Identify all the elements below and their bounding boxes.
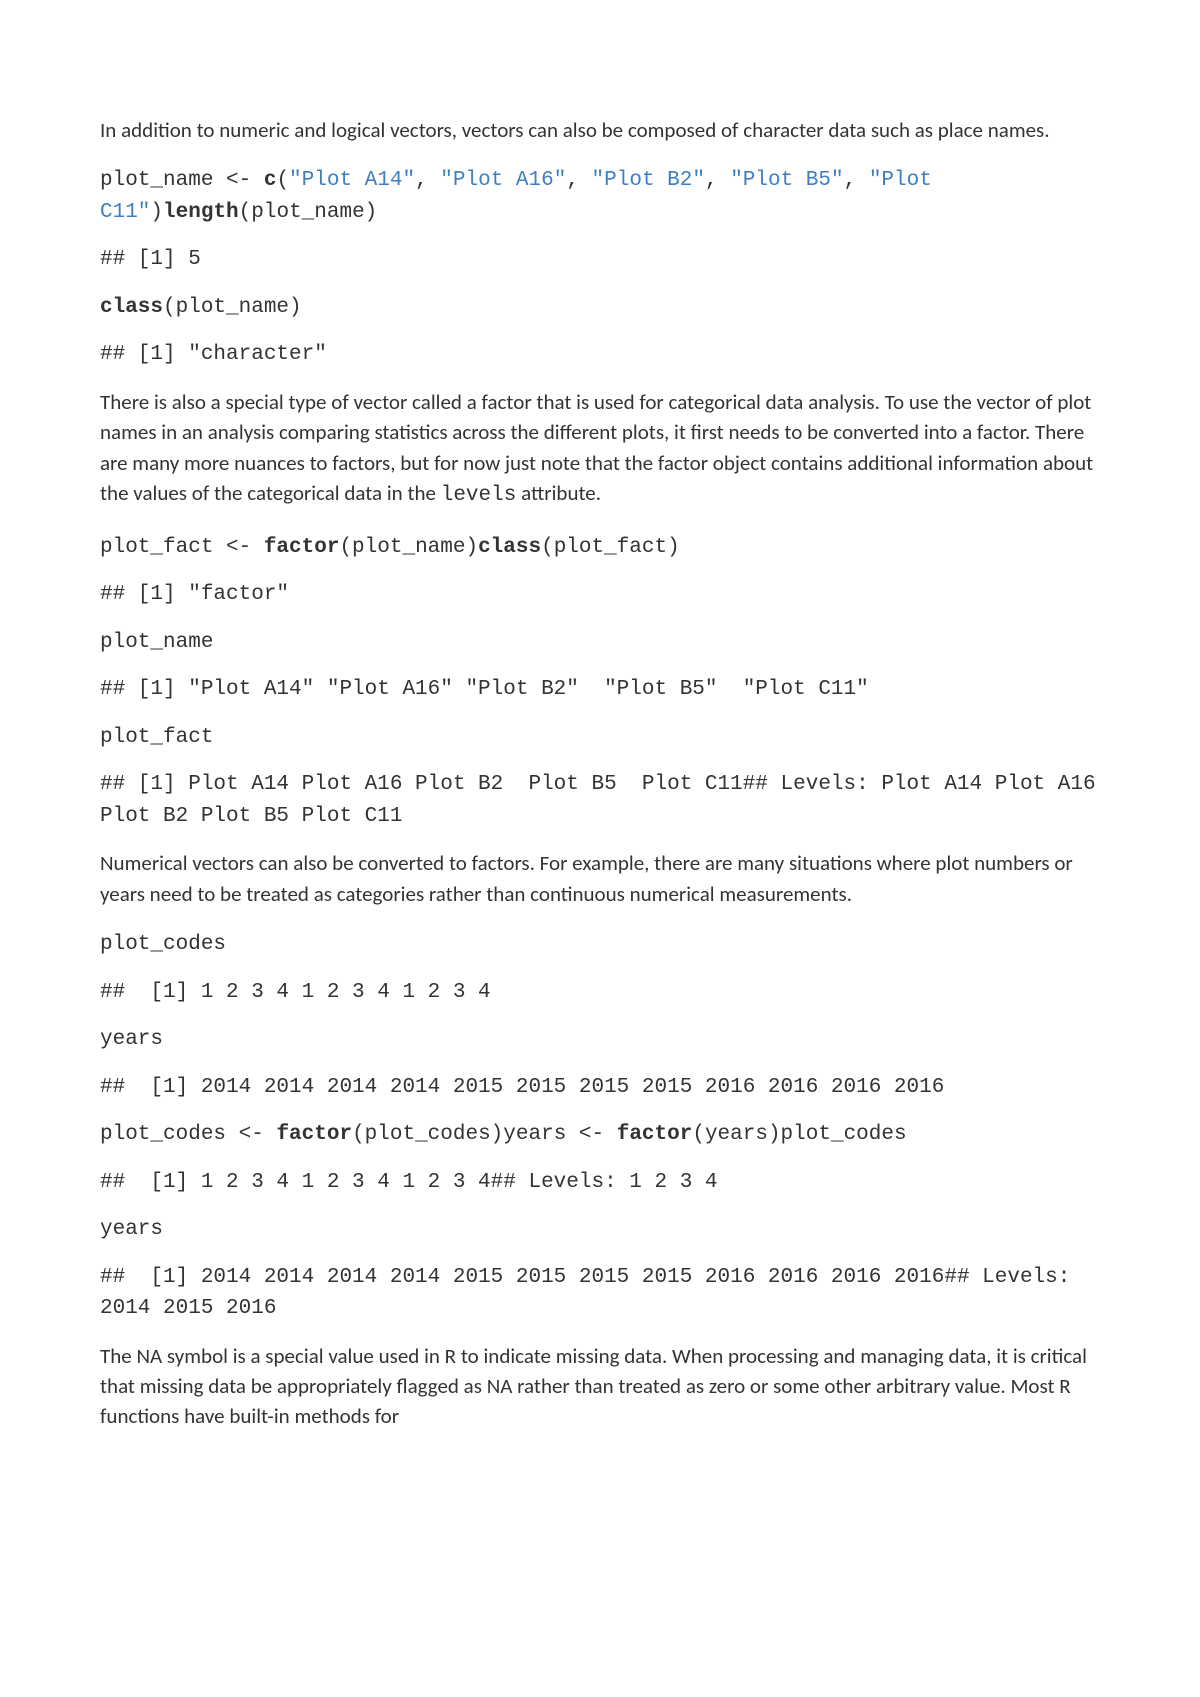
code-block: plot_name: [100, 627, 1100, 659]
output-block: ## [1] Plot A14 Plot A16 Plot B2 Plot B5…: [100, 769, 1100, 832]
paragraph: The NA symbol is a special value used in…: [100, 1341, 1100, 1432]
paragraph: In addition to numeric and logical vecto…: [100, 115, 1100, 145]
code-text: ,: [566, 169, 591, 192]
code-block: plot_codes: [100, 929, 1100, 961]
code-keyword: class: [100, 296, 163, 319]
paragraph: Numerical vectors can also be converted …: [100, 848, 1100, 909]
code-keyword: factor: [264, 536, 340, 559]
code-string: "Plot B5": [730, 169, 843, 192]
code-text: (plot_name): [339, 536, 478, 559]
code-text: plot_name <-: [100, 169, 264, 192]
code-text: (plot_codes)years <-: [352, 1123, 617, 1146]
code-text: ,: [415, 169, 440, 192]
code-block: years: [100, 1024, 1100, 1056]
output-block: ## [1] 1 2 3 4 1 2 3 4 1 2 3 4: [100, 977, 1100, 1009]
output-block: ## [1] 2014 2014 2014 2014 2015 2015 201…: [100, 1262, 1100, 1325]
output-block: ## [1] 5: [100, 244, 1100, 276]
code-block: class(plot_name): [100, 292, 1100, 324]
code-keyword: factor: [276, 1123, 352, 1146]
code-text: ,: [844, 169, 869, 192]
code-string: "Plot A14": [289, 169, 415, 192]
code-text: ): [150, 201, 163, 224]
code-text: (: [276, 169, 289, 192]
paragraph: There is also a special type of vector c…: [100, 387, 1100, 512]
code-text: ,: [705, 169, 730, 192]
code-text: (plot_name): [239, 201, 378, 224]
code-text: (plot_fact): [541, 536, 680, 559]
output-block: ## [1] 2014 2014 2014 2014 2015 2015 201…: [100, 1072, 1100, 1104]
code-string: "Plot A16": [440, 169, 566, 192]
code-keyword: length: [163, 201, 239, 224]
output-block: ## [1] 1 2 3 4 1 2 3 4 1 2 3 4## Levels:…: [100, 1167, 1100, 1199]
text: attribute.: [516, 480, 601, 506]
code-keyword: c: [264, 169, 277, 192]
code-block: plot_name <- c("Plot A14", "Plot A16", "…: [100, 165, 1100, 228]
code-keyword: class: [478, 536, 541, 559]
code-text: (years)plot_codes: [692, 1123, 906, 1146]
code-text: (plot_name): [163, 296, 302, 319]
code-text: plot_fact <-: [100, 536, 264, 559]
code-keyword: factor: [617, 1123, 693, 1146]
output-block: ## [1] "Plot A14" "Plot A16" "Plot B2" "…: [100, 674, 1100, 706]
code-block: plot_codes <- factor(plot_codes)years <-…: [100, 1119, 1100, 1151]
code-text: plot_codes <-: [100, 1123, 276, 1146]
code-block: plot_fact <- factor(plot_name)class(plot…: [100, 532, 1100, 564]
output-block: ## [1] "factor": [100, 579, 1100, 611]
output-block: ## [1] "character": [100, 339, 1100, 371]
code-block: plot_fact: [100, 722, 1100, 754]
code-string: "Plot B2": [592, 169, 705, 192]
code-block: years: [100, 1214, 1100, 1246]
inline-code: levels: [441, 484, 517, 507]
